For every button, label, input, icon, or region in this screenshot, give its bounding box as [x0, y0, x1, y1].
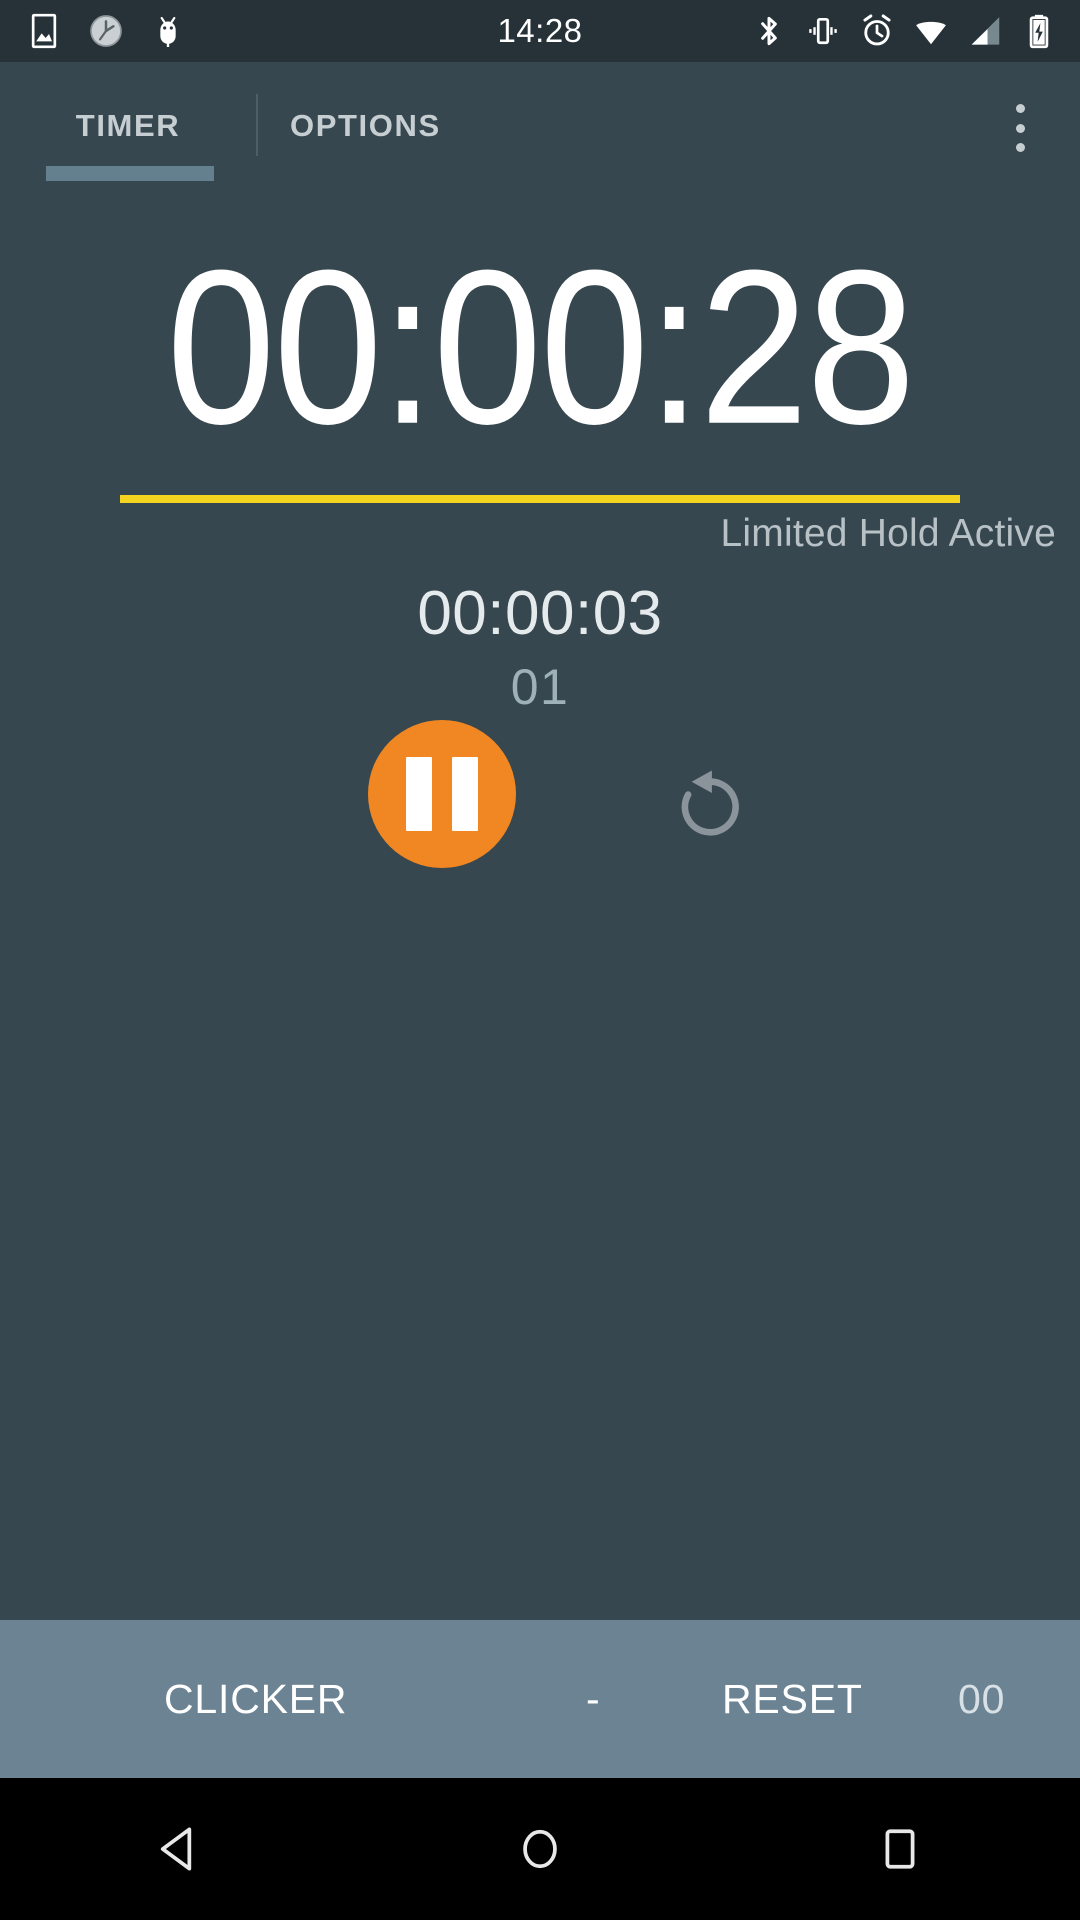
pause-bar-icon	[452, 757, 478, 831]
overflow-dot-icon	[1015, 123, 1025, 133]
clock-icon	[86, 11, 126, 51]
home-circle-icon	[523, 1829, 557, 1869]
primary-timer-display[interactable]: 00:00:28	[167, 237, 916, 458]
clicker-button[interactable]: CLICKER	[164, 1676, 347, 1723]
battery-charging-icon	[1020, 12, 1058, 50]
lap-counter-display: 01	[510, 659, 570, 715]
overflow-dot-icon	[1015, 143, 1025, 152]
home-nav-button[interactable]	[480, 1789, 600, 1909]
alarm-icon	[858, 12, 896, 50]
status-bar-left-icons	[24, 11, 188, 51]
reset-clicker-button[interactable]: RESET	[722, 1676, 863, 1723]
tab-bar: TIMER OPTIONS	[0, 62, 1080, 190]
tab-active-indicator	[46, 166, 214, 181]
clicker-separator: -	[586, 1675, 601, 1722]
wifi-icon	[912, 12, 950, 50]
pause-button[interactable]	[368, 720, 516, 868]
tab-options-label: OPTIONS	[290, 108, 441, 143]
android-navigation-bar	[0, 1778, 1080, 1920]
overflow-menu-button[interactable]	[994, 100, 1046, 156]
back-triangle-icon	[160, 1827, 192, 1871]
reset-button[interactable]	[672, 768, 748, 844]
overflow-dot-icon	[1015, 104, 1025, 113]
cell-signal-icon	[966, 12, 1004, 50]
timer-main-area: 00:00:28 Limited Hold Active 00:00:03 01	[0, 190, 1080, 1620]
primary-timer-container: 00:00:28	[0, 237, 1080, 457]
timer-controls	[0, 720, 1080, 880]
status-bar: 14:28	[0, 0, 1080, 62]
bluetooth-icon	[750, 12, 788, 50]
bottom-action-bar: CLICKER - RESET 00	[0, 1620, 1080, 1778]
image-icon	[24, 11, 64, 51]
timer-progress-line	[120, 495, 960, 503]
status-bar-right-icons	[750, 12, 1058, 50]
tab-options[interactable]: OPTIONS	[256, 62, 586, 190]
pause-bar-icon	[406, 757, 432, 831]
secondary-timer-display: 00:00:03	[417, 579, 663, 648]
clicker-count: 00	[958, 1675, 1006, 1722]
reset-circular-arrow-icon	[681, 770, 739, 836]
recents-square-icon	[885, 1829, 915, 1869]
recents-nav-button[interactable]	[840, 1789, 960, 1909]
back-nav-button[interactable]	[120, 1789, 240, 1909]
vibrate-icon	[804, 12, 842, 50]
tab-timer-label: TIMER	[75, 108, 181, 143]
android-bug-icon	[148, 11, 188, 51]
limited-hold-status: Limited Hold Active	[720, 512, 1056, 555]
